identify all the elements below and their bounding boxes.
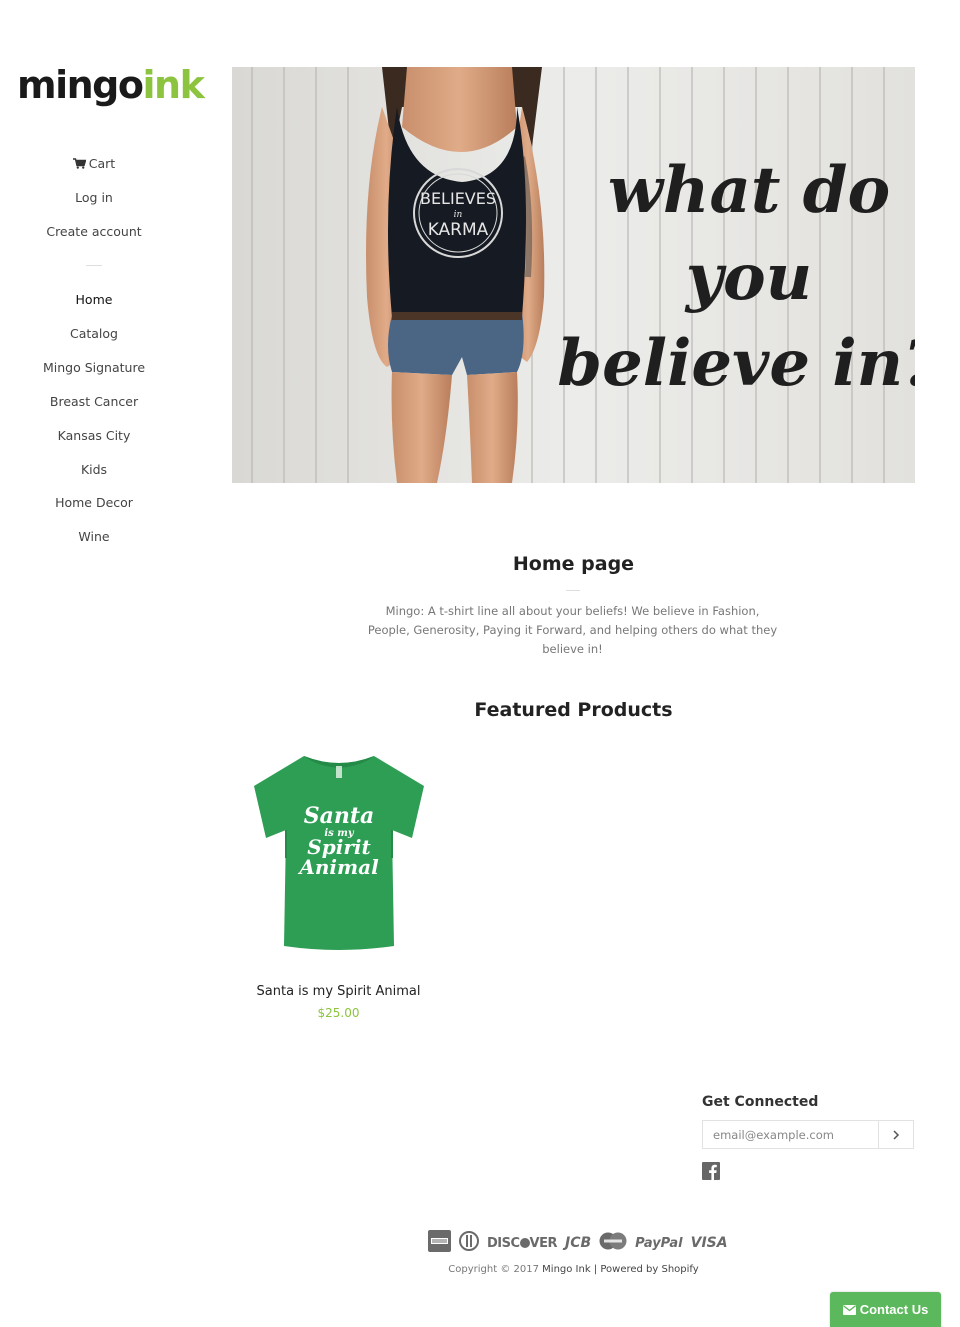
hero-script-line1: what do xyxy=(608,153,890,228)
hero-banner: BELIEVES in KARMA what do you believe in… xyxy=(232,67,915,483)
copyright-separator: | xyxy=(590,1264,601,1275)
create-account-link[interactable]: Create account xyxy=(0,224,188,239)
facebook-icon[interactable] xyxy=(702,1162,720,1180)
cart-label: Cart xyxy=(88,156,116,171)
hero-image: BELIEVES in KARMA what do you believe in… xyxy=(232,67,915,483)
tshirt-print-line4: Animal xyxy=(297,855,379,879)
amex-icon xyxy=(428,1230,451,1256)
subscribe-button[interactable] xyxy=(878,1121,913,1148)
featured-products-title: Featured Products xyxy=(474,699,673,721)
shirt-text-bottom: KARMA xyxy=(428,220,489,240)
nav-item-home[interactable]: Home xyxy=(0,292,188,307)
payment-icons: DISC VER JCB PayPal VISA xyxy=(428,1230,728,1256)
product-price: $25.00 xyxy=(317,1006,360,1020)
nav-item-mingo-signature[interactable]: Mingo Signature xyxy=(0,360,188,375)
tshirt-image: Santa is my Spirit Animal xyxy=(254,756,424,950)
discover-icon: DISC VER xyxy=(487,1235,557,1251)
copyright-prefix: Copyright © 2017 xyxy=(448,1264,543,1275)
jcb-icon: JCB xyxy=(564,1235,592,1251)
hero-script-line3: believe in? xyxy=(557,326,915,401)
nav-item-wine[interactable]: Wine xyxy=(0,529,188,544)
nav-item-kansas-city[interactable]: Kansas City xyxy=(0,428,188,443)
email-input[interactable] xyxy=(703,1121,879,1148)
product-image-santa[interactable]: Santa is my Spirit Animal xyxy=(242,748,436,958)
mastercard-icon xyxy=(599,1232,627,1254)
cart-link[interactable]: Cart xyxy=(0,156,188,171)
logo-part2: ink xyxy=(142,63,204,107)
login-link[interactable]: Log in xyxy=(0,190,188,205)
tshirt-print-line1: Santa xyxy=(304,803,375,829)
page-description: Mingo: A t-shirt line all about your bel… xyxy=(367,604,778,656)
nav-divider xyxy=(86,265,102,266)
nav-item-kids[interactable]: Kids xyxy=(0,462,188,477)
copyright: Copyright © 2017 Mingo Ink | Powered by … xyxy=(232,1264,915,1275)
nav-item-breast-cancer[interactable]: Breast Cancer xyxy=(0,394,188,409)
site-logo[interactable]: mingoink xyxy=(17,63,205,107)
chevron-right-icon xyxy=(893,1129,900,1140)
hero-script-line2: you xyxy=(684,240,812,315)
newsletter-form xyxy=(702,1120,914,1149)
page-title: Home page xyxy=(512,553,635,575)
paypal-icon: PayPal xyxy=(635,1235,683,1251)
visa-icon: VISA xyxy=(690,1235,728,1251)
envelope-icon xyxy=(842,1304,856,1315)
powered-by-shopify-link[interactable]: Powered by Shopify xyxy=(600,1264,698,1275)
shirt-text-mid: in xyxy=(454,210,463,220)
get-connected-heading: Get Connected xyxy=(702,1094,819,1110)
nav-item-catalog[interactable]: Catalog xyxy=(0,326,188,341)
title-divider xyxy=(566,590,580,591)
diners-club-icon xyxy=(459,1231,479,1255)
cart-icon xyxy=(72,157,87,169)
contact-us-button[interactable]: Contact Us xyxy=(830,1292,941,1327)
store-name-link[interactable]: Mingo Ink xyxy=(542,1264,590,1275)
contact-us-label: Contact Us xyxy=(859,1302,929,1317)
logo-part1: mingo xyxy=(17,63,144,107)
nav-item-home-decor[interactable]: Home Decor xyxy=(0,495,188,510)
product-title[interactable]: Santa is my Spirit Animal xyxy=(232,984,445,999)
shirt-text-top: BELIEVES xyxy=(420,189,496,208)
